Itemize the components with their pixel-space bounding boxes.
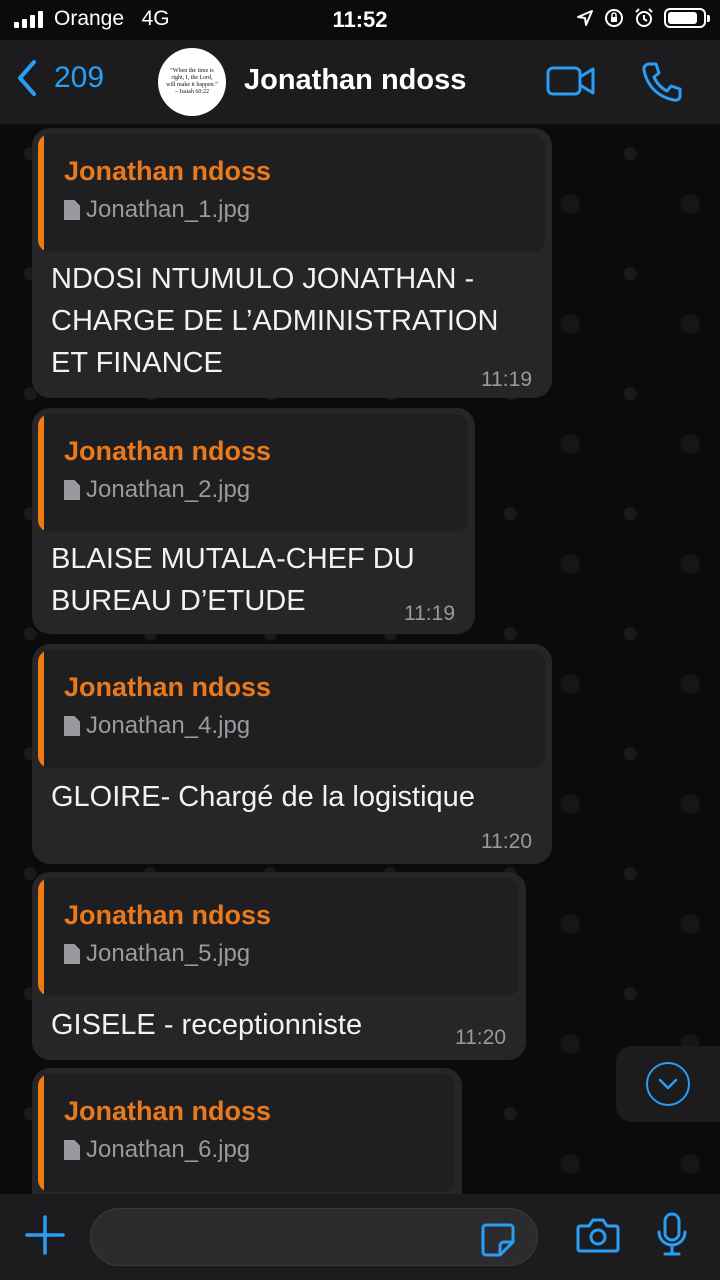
message-text: BLAISE MUTALA-CHEF DU BUREAU D’ETUDE <box>51 538 415 622</box>
microphone-button[interactable] <box>656 1212 688 1263</box>
quote-filename: Jonathan_2.jpg <box>86 476 251 503</box>
quoted-message[interactable]: Jonathan ndoss Jonathan_6.jpg <box>38 1074 455 1192</box>
file-icon <box>64 1140 80 1160</box>
quote-filename: Jonathan_6.jpg <box>86 1136 251 1163</box>
back-button[interactable]: 209 <box>14 58 104 98</box>
quote-attachment: Jonathan_4.jpg <box>64 712 250 740</box>
message-bubble[interactable]: Jonathan ndoss Jonathan_5.jpg GISELE - r… <box>32 872 526 1060</box>
quote-attachment: Jonathan_6.jpg <box>64 1136 250 1164</box>
message-line: CHARGE DE L’ADMINISTRATION <box>51 305 499 337</box>
voice-call-button[interactable] <box>640 60 684 109</box>
file-icon <box>64 944 80 964</box>
quote-sender: Jonathan ndoss <box>64 900 272 930</box>
quote-sender: Jonathan ndoss <box>64 672 272 702</box>
camera-icon <box>576 1218 620 1253</box>
message-text: GLOIRE- Chargé de la logistique <box>51 781 475 813</box>
file-icon <box>64 480 80 500</box>
quoted-message[interactable]: Jonathan ndoss Jonathan_5.jpg <box>38 878 519 996</box>
scroll-to-bottom-button[interactable] <box>616 1046 720 1122</box>
microphone-icon <box>657 1212 687 1256</box>
status-bar: Orange 4G 11:52 <box>0 0 720 40</box>
message-input[interactable] <box>90 1208 538 1266</box>
message-time: 11:19 <box>481 368 532 391</box>
status-icons <box>576 8 710 28</box>
chevron-down-icon <box>658 1078 678 1090</box>
message-time: 11:20 <box>481 830 532 853</box>
message-input-bar <box>0 1194 720 1280</box>
file-icon <box>64 716 80 736</box>
quoted-message[interactable]: Jonathan ndoss Jonathan_2.jpg <box>38 414 468 532</box>
message-line: NDOSI NTUMULO JONATHAN - <box>51 263 475 295</box>
sticker-icon <box>481 1223 515 1257</box>
quote-sender: Jonathan ndoss <box>64 156 272 186</box>
message-text: NDOSI NTUMULO JONATHAN - CHARGE DE L’ADM… <box>51 258 498 384</box>
contact-name[interactable]: Jonathan ndoss <box>244 64 466 97</box>
message-line: BLAISE MUTALA-CHEF DU <box>51 543 415 575</box>
avatar-quote-text: “When the time is right, I, the Lord, wi… <box>166 68 218 95</box>
quoted-message[interactable]: Jonathan ndoss Jonathan_1.jpg <box>38 134 545 252</box>
location-arrow-icon <box>577 10 593 26</box>
message-text: GISELE - receptionniste <box>51 1009 363 1041</box>
quote-filename: Jonathan_5.jpg <box>86 940 251 967</box>
quote-filename: Jonathan_1.jpg <box>86 196 251 223</box>
sticker-button[interactable] <box>480 1222 516 1263</box>
chat-area[interactable]: Jonathan ndoss Jonathan_1.jpg NDOSI NTUM… <box>0 124 720 1194</box>
chat-header: 209 “When the time is right, I, the Lord… <box>0 40 720 125</box>
alarm-icon <box>635 8 653 27</box>
video-camera-icon <box>546 66 595 96</box>
back-chevron-icon <box>18 60 36 96</box>
message-bubble[interactable]: Jonathan ndoss Jonathan_1.jpg NDOSI NTUM… <box>32 128 552 398</box>
message-time: 11:20 <box>455 1026 506 1049</box>
quote-attachment: Jonathan_1.jpg <box>64 196 250 224</box>
message-line: ET FINANCE <box>51 347 223 379</box>
battery-level <box>668 12 697 24</box>
video-call-button[interactable] <box>546 64 596 103</box>
unread-count: 209 <box>54 61 105 94</box>
message-bubble[interactable]: Jonathan ndoss Jonathan_2.jpg BLAISE MUT… <box>32 408 475 634</box>
quote-attachment: Jonathan_2.jpg <box>64 476 250 504</box>
message-time: 11:19 <box>404 602 455 625</box>
battery-icon <box>664 8 710 28</box>
attach-button[interactable] <box>24 1214 66 1261</box>
file-icon <box>64 200 80 220</box>
orientation-lock-icon <box>605 9 623 27</box>
plus-icon <box>25 1215 65 1255</box>
quote-attachment: Jonathan_5.jpg <box>64 940 250 968</box>
message-bubble[interactable]: Jonathan ndoss Jonathan_6.jpg <box>32 1068 462 1194</box>
quote-sender: Jonathan ndoss <box>64 436 272 466</box>
quote-sender: Jonathan ndoss <box>64 1096 272 1126</box>
quoted-message[interactable]: Jonathan ndoss Jonathan_4.jpg <box>38 650 545 768</box>
message-bubble[interactable]: Jonathan ndoss Jonathan_4.jpg GLOIRE- Ch… <box>32 644 552 864</box>
phone-icon <box>642 62 682 102</box>
quote-filename: Jonathan_4.jpg <box>86 712 251 739</box>
avatar[interactable]: “When the time is right, I, the Lord, wi… <box>158 48 226 116</box>
message-line: BUREAU D’ETUDE <box>51 585 306 617</box>
camera-button[interactable] <box>576 1216 620 1259</box>
scroll-circle <box>646 1062 690 1106</box>
